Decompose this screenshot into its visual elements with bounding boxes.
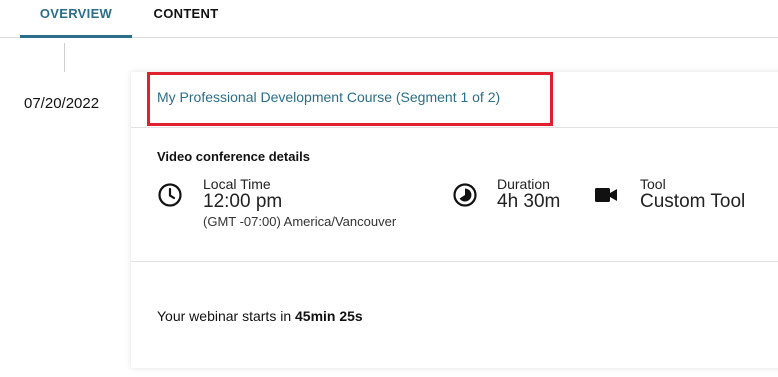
video-camera-icon (593, 182, 619, 208)
divider (131, 261, 778, 262)
pie-clock-icon (452, 182, 478, 208)
tool-value: Custom Tool (640, 191, 746, 212)
tool-label: Tool (640, 176, 666, 192)
duration-value: 4h 30m (497, 191, 561, 212)
countdown-value: 45min 25s (295, 308, 363, 324)
duration-label: Duration (497, 176, 550, 192)
countdown-prefix: Your webinar starts in (157, 308, 295, 324)
webinar-countdown: Your webinar starts in 45min 25s (157, 308, 363, 324)
session-date: 07/20/2022 (24, 95, 100, 112)
clock-icon (157, 182, 183, 208)
local-time-value: 12:00 pm (203, 191, 283, 212)
timezone-text: (GMT -07:00) America/Vancouver (203, 214, 397, 229)
page: OVERVIEW CONTENT 07/20/2022 My Professio… (0, 0, 778, 377)
session-title-link[interactable]: My Professional Development Course (Segm… (157, 89, 500, 105)
tab-bar: OVERVIEW CONTENT (0, 0, 778, 38)
tab-content[interactable]: CONTENT (136, 0, 236, 37)
divider (131, 127, 778, 128)
session-card: My Professional Development Course (Segm… (131, 72, 778, 368)
timeline-connector (64, 43, 65, 72)
tab-overview[interactable]: OVERVIEW (20, 0, 132, 38)
video-conference-details-heading: Video conference details (157, 149, 310, 164)
local-time-label: Local Time (203, 176, 271, 192)
